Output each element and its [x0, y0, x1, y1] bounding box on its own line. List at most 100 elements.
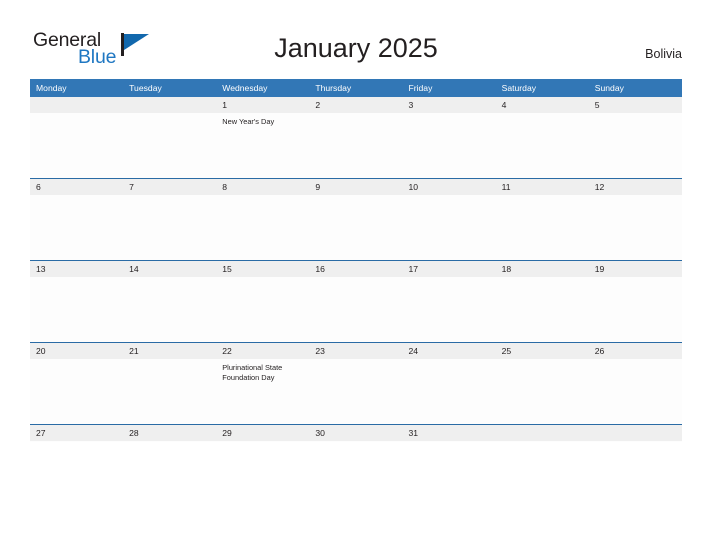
calendar-week-row: 13 14 15 16 17 18 19: [30, 260, 682, 342]
day-cell-empty: [309, 277, 402, 342]
week-date-number-row: 27 28 29 30 31: [30, 425, 682, 441]
day-number[interactable]: 2: [309, 97, 402, 113]
day-number[interactable]: 30: [309, 425, 402, 441]
day-cell-empty: [30, 113, 123, 178]
day-event-cell[interactable]: New Year's Day: [216, 113, 309, 178]
day-cell-empty: [496, 195, 589, 260]
day-cell-empty: [30, 277, 123, 342]
day-cell-empty: [589, 195, 682, 260]
day-number[interactable]: 21: [123, 343, 216, 359]
day-number[interactable]: 9: [309, 179, 402, 195]
day-cell-empty: [123, 113, 216, 178]
day-number[interactable]: 18: [496, 261, 589, 277]
day-cell-empty: [403, 441, 496, 445]
day-number[interactable]: 3: [403, 97, 496, 113]
day-cell-empty: [309, 113, 402, 178]
day-cell-empty: [496, 359, 589, 424]
day-number[interactable]: 25: [496, 343, 589, 359]
day-of-week-sunday: Sunday: [594, 83, 624, 93]
day-cell-empty: [589, 113, 682, 178]
page-header: General Blue January 2025 Bolivia: [0, 0, 712, 79]
day-cell-empty: [403, 277, 496, 342]
day-number[interactable]: 14: [123, 261, 216, 277]
day-number[interactable]: 5: [589, 97, 682, 113]
day-number[interactable]: 12: [589, 179, 682, 195]
day-number-empty: [589, 425, 682, 441]
day-cell-empty: [309, 441, 402, 445]
day-number[interactable]: 22: [216, 343, 309, 359]
day-number[interactable]: 28: [123, 425, 216, 441]
week-event-row: [30, 277, 682, 342]
day-event-cell[interactable]: Plurinational State Foundation Day: [216, 359, 309, 424]
calendar-grid: Monday Tuesday Wednesday Thursday Friday Satu…: [30, 79, 682, 442]
day-of-week-thursday: Thursday: [315, 83, 352, 93]
day-of-week-header-row: Monday Tuesday Wednesday Thursday Friday Satu…: [30, 79, 682, 97]
day-number-empty: [496, 425, 589, 441]
day-cell-empty: [309, 195, 402, 260]
day-number[interactable]: 16: [309, 261, 402, 277]
day-cell-empty: [589, 359, 682, 424]
day-cell-empty: [123, 441, 216, 445]
day-cell-empty: [30, 195, 123, 260]
calendar-page: General Blue January 2025 Bolivia Monday…: [0, 0, 712, 550]
day-number[interactable]: 15: [216, 261, 309, 277]
day-of-week-tuesday: Tuesday: [129, 83, 162, 93]
day-cell-empty: [216, 277, 309, 342]
day-cell-empty: [309, 359, 402, 424]
day-cell-empty: [30, 359, 123, 424]
day-cell-empty: [496, 277, 589, 342]
day-number[interactable]: 11: [496, 179, 589, 195]
day-number[interactable]: 8: [216, 179, 309, 195]
day-cell-empty: [496, 113, 589, 178]
day-of-week-friday: Friday: [408, 83, 433, 93]
holiday-label: New Year's Day: [222, 117, 275, 126]
day-cell-empty: [123, 359, 216, 424]
day-number[interactable]: 6: [30, 179, 123, 195]
day-number[interactable]: 31: [403, 425, 496, 441]
day-number[interactable]: 4: [496, 97, 589, 113]
week-date-number-row: 12345: [30, 97, 682, 113]
day-number[interactable]: 13: [30, 261, 123, 277]
page-title: January 2025: [274, 33, 438, 63]
calendar-weeks: 1 2 3 4 5 New Year's Day 6 7 8 9 10 11 12 13 14 15 16 17 1…: [30, 97, 682, 442]
week-event-row: Plurinational State Foundation Day: [30, 359, 682, 424]
day-number[interactable]: 1: [216, 97, 309, 113]
day-number[interactable]: 7: [123, 179, 216, 195]
day-number[interactable]: 24: [403, 343, 496, 359]
day-cell-empty: [216, 441, 309, 445]
day-cell-empty: [589, 277, 682, 342]
week-date-number-row: 6 7 8 9 10 11 12: [30, 179, 682, 195]
week-date-number-row: 13 14 15 16 17 18 19: [30, 261, 682, 277]
day-number[interactable]: 19: [589, 261, 682, 277]
day-number[interactable]: 20: [30, 343, 123, 359]
day-cell-empty: [30, 441, 123, 445]
country-label: Bolivia: [645, 47, 682, 61]
day-number[interactable]: 17: [403, 261, 496, 277]
day-of-week-saturday: Saturday: [501, 83, 537, 93]
day-of-week-wednesday: Wednesday: [222, 83, 268, 93]
calendar-week-row: 1 2 3 4 5 New Year's Day: [30, 97, 682, 178]
week-event-row: [30, 195, 682, 260]
day-cell-empty: [216, 195, 309, 260]
day-cell-empty: [589, 441, 682, 445]
holiday-label: Plurinational State Foundation Day: [222, 363, 283, 383]
week-date-number-row: 20 21 22 23 24 25 26: [30, 343, 682, 359]
day-cell-empty: [123, 195, 216, 260]
calendar-week-row: 27 28 29 30 31: [30, 424, 682, 442]
day-cell-empty: [403, 195, 496, 260]
day-cell-empty: [496, 441, 589, 445]
calendar-week-row: 20 21 22 23 24 25 26 Plurinational State Founda…: [30, 342, 682, 424]
day-cell-empty: [403, 359, 496, 424]
day-cell-empty: [403, 113, 496, 178]
day-number[interactable]: 10: [403, 179, 496, 195]
day-number[interactable]: 23: [309, 343, 402, 359]
day-number[interactable]: 27: [30, 425, 123, 441]
day-number-empty: [30, 97, 123, 113]
day-number[interactable]: 26: [589, 343, 682, 359]
day-number-empty: [123, 97, 216, 113]
day-of-week-monday: Monday: [36, 83, 67, 93]
day-number[interactable]: 29: [216, 425, 309, 441]
week-event-row: [30, 441, 682, 442]
calendar-week-row: 6 7 8 9 10 11 12: [30, 178, 682, 260]
week-event-row: New Year's Day: [30, 113, 682, 178]
